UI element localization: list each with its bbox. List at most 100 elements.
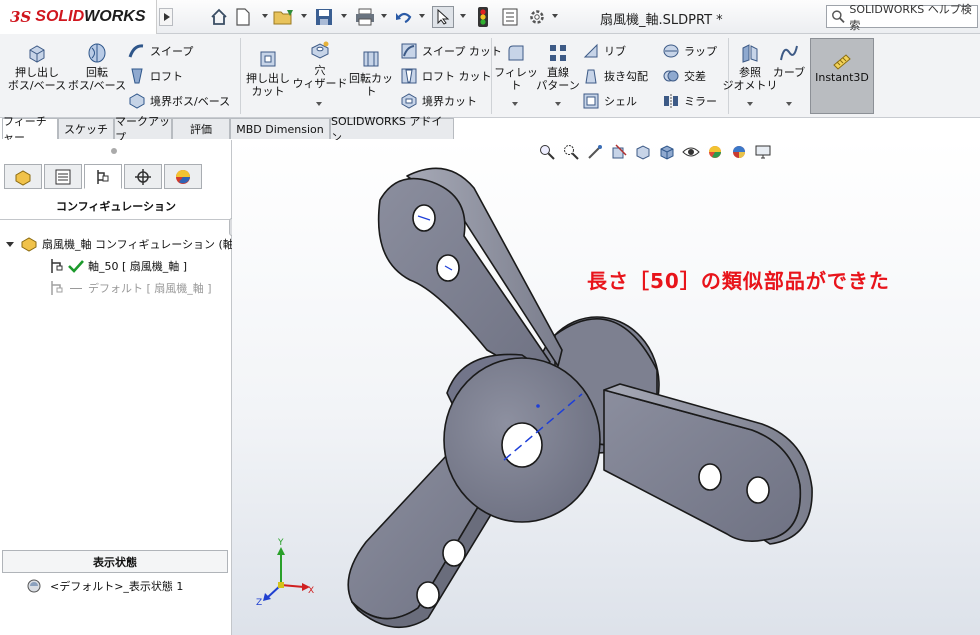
save-icon[interactable] [313, 6, 335, 28]
configuration-manager-tab[interactable] [84, 164, 122, 189]
shell-button[interactable]: シェル [582, 92, 637, 110]
search-icon [832, 10, 845, 23]
boundary-cut-button[interactable]: 境界カット [400, 92, 477, 110]
panel-divider [0, 219, 230, 220]
wrap-label: ラップ [684, 45, 717, 58]
reference-geometry-button[interactable]: 参照 ジオメトリ [723, 42, 778, 92]
configuration-item-inactive[interactable]: デフォルト [ 扇風機_軸 ] [50, 280, 212, 296]
extruded-boss-icon [29, 45, 45, 63]
wrap-icon [663, 44, 679, 58]
tab-markup[interactable]: マークアップ [114, 115, 172, 144]
options-dropdown-icon[interactable] [552, 14, 558, 18]
ds-logo-icon: 3S [10, 8, 32, 26]
undo-icon[interactable] [393, 6, 415, 28]
command-manager: 押し出し ボス/ベース 回転 ボス/ベース スイープ ロフト 境界ボス/ベース … [0, 34, 980, 118]
tab-evaluate[interactable]: 評価 [172, 118, 230, 139]
tab-features[interactable]: フィーチャー [2, 115, 58, 144]
curves-label: カーブ [772, 66, 806, 79]
display-manager-tab[interactable] [164, 164, 202, 189]
boundary-boss-icon [129, 93, 145, 109]
tab-mbd-dimension[interactable]: MBD Dimension [230, 118, 330, 139]
swept-cut-label: スイープ カット [422, 45, 502, 58]
panel-handle[interactable] [111, 148, 117, 154]
fillet-dropdown-icon[interactable] [512, 102, 518, 106]
intersect-button[interactable]: 交差 [662, 67, 706, 85]
shell-label: シェル [604, 95, 637, 108]
home-icon[interactable] [208, 6, 230, 28]
new-document-icon[interactable] [234, 6, 252, 28]
select-dropdown-icon[interactable] [460, 14, 466, 18]
new-dropdown-icon[interactable] [262, 14, 268, 18]
options-gear-icon[interactable] [526, 6, 548, 28]
save-dropdown-icon[interactable] [341, 14, 347, 18]
revolved-cut-button[interactable]: 回転カット [346, 48, 396, 98]
fillet-button[interactable]: フィレット [494, 42, 538, 92]
reference-triad[interactable]: Y X Z [246, 535, 316, 605]
linear-pattern-label: 直線 パターン [536, 66, 580, 92]
property-manager-tab[interactable] [44, 164, 82, 189]
select-cursor-icon[interactable] [432, 6, 454, 28]
collapse-caret-icon[interactable] [6, 241, 14, 247]
fan-shaft-model[interactable] [232, 140, 980, 635]
rib-label: リブ [604, 45, 626, 58]
solidworks-logo[interactable]: 3S SOLIDWORKS [0, 0, 157, 34]
revolved-cut-icon [363, 51, 379, 67]
pattern-dropdown-icon[interactable] [555, 102, 561, 106]
configuration-root-label: 扇風機_軸 コンフィギュレーション (軸_50) [42, 238, 258, 251]
lofted-cut-label: ロフト カット [422, 70, 492, 83]
tab-sketch[interactable]: スケッチ [58, 118, 114, 139]
print-dropdown-icon[interactable] [381, 14, 387, 18]
configuration-item-active[interactable]: 軸_50 [ 扇風機_軸 ] [50, 258, 187, 274]
tab-solidworks-addins[interactable]: SOLIDWORKS アドイン [330, 115, 454, 144]
extruded-cut-button[interactable]: 押し出し カット [242, 48, 294, 98]
reference-geometry-dropdown-icon[interactable] [747, 102, 753, 106]
annotation-text: 長さ［50］の類似部品ができた [587, 269, 890, 293]
instant3d-icon [833, 54, 851, 70]
loft-button[interactable]: ロフト [128, 67, 183, 85]
display-state-item[interactable]: <デフォルト>_表示状態 1 [26, 578, 183, 594]
configuration-root[interactable]: 扇風機_軸 コンフィギュレーション (軸_50) [6, 236, 258, 252]
configuration-icon [97, 169, 109, 184]
mirror-button[interactable]: ミラー [662, 92, 717, 110]
rebuild-traffic-light-icon[interactable] [474, 6, 492, 28]
revolved-boss-label: 回転 ボス/ベース [67, 66, 127, 92]
hole-wizard-label: 穴 ウィザード [292, 64, 348, 90]
sweep-button[interactable]: スイープ [128, 42, 193, 60]
hole-wizard-button[interactable]: 穴 ウィザード [292, 40, 348, 90]
undo-dropdown-icon[interactable] [419, 14, 425, 18]
axis-z-label: Z [256, 598, 262, 605]
revolved-boss-icon [88, 43, 106, 63]
curves-dropdown-icon[interactable] [786, 102, 792, 106]
curves-button[interactable]: カーブ [770, 42, 808, 79]
draft-button[interactable]: 抜き勾配 [582, 67, 648, 85]
property-list-icon [55, 169, 71, 184]
file-properties-icon[interactable] [500, 6, 520, 28]
rib-button[interactable]: リブ [582, 42, 626, 60]
crosshair-icon [135, 168, 151, 185]
open-folder-icon[interactable] [272, 6, 296, 28]
swept-cut-button[interactable]: スイープ カット [400, 42, 502, 60]
help-search-input[interactable]: SOLIDWORKS ヘルプ検索 [826, 3, 978, 32]
linear-pattern-button[interactable]: 直線 パターン [536, 42, 580, 92]
feature-manager-tab[interactable] [4, 164, 42, 189]
graphics-area[interactable]: 長さ［50］の類似部品ができた Y X Z [232, 140, 980, 635]
brand-suffix: WORKS [84, 8, 146, 25]
extruded-boss-label: 押し出し ボス/ベース [7, 66, 67, 92]
extruded-boss-button[interactable]: 押し出し ボス/ベース [6, 42, 68, 92]
print-icon[interactable] [353, 6, 377, 28]
hole-wizard-dropdown-icon[interactable] [316, 102, 322, 106]
instant3d-button[interactable]: Instant3D [810, 38, 874, 114]
open-dropdown-icon[interactable] [301, 14, 307, 18]
ribbon-separator [491, 38, 492, 114]
lofted-cut-button[interactable]: ロフト カット [400, 67, 492, 85]
wrap-button[interactable]: ラップ [662, 42, 717, 60]
boundary-boss-button[interactable]: 境界ボス/ベース [128, 92, 230, 110]
instant3d-label: Instant3D [815, 71, 869, 84]
draft-label: 抜き勾配 [604, 70, 648, 83]
manager-tabs [4, 164, 226, 190]
title-bar: 3S SOLIDWORKS 扇風機_軸.SLDPRT * SOLIDWORKS … [0, 0, 980, 34]
dimxpert-manager-tab[interactable] [124, 164, 162, 189]
revolved-boss-button[interactable]: 回転 ボス/ベース [66, 42, 128, 92]
help-search-label: SOLIDWORKS ヘルプ検索 [849, 2, 972, 32]
menu-expand-arrow-icon[interactable] [159, 8, 173, 26]
